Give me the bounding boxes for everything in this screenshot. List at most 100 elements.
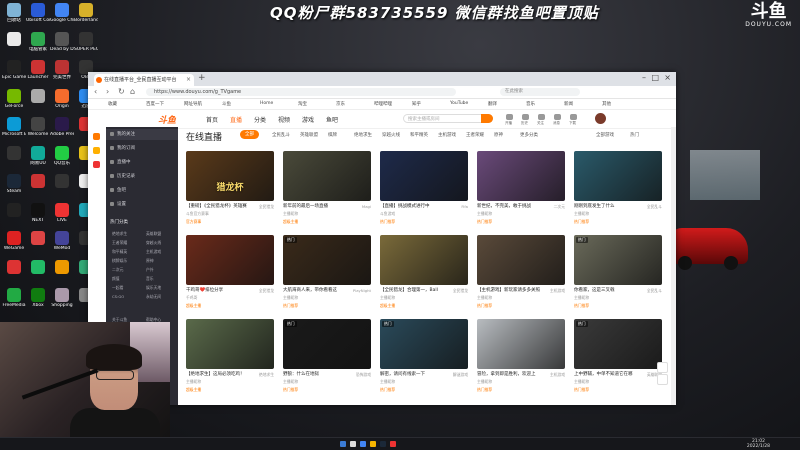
streamer-name[interactable]: 主播昵称 [283, 211, 371, 217]
desktop-app-icon[interactable]: 回收站 [2, 3, 26, 23]
desktop-app-icon[interactable] [2, 145, 26, 161]
header-action-icon[interactable] [522, 114, 529, 120]
tab-close-icon[interactable]: × [186, 74, 191, 86]
stream-card[interactable]: 热门 你看家，这是三叉戟 全民乱斗 主播昵称 热门推荐 [574, 235, 662, 313]
bookmark-item[interactable]: 翻译 [488, 101, 497, 107]
streamer-name[interactable]: 主播昵称 [574, 295, 662, 301]
bookmark-item[interactable]: 百度一下 [146, 101, 164, 107]
sidebar-category-link[interactable]: 二次元 [112, 267, 123, 273]
streamer-name[interactable]: 斗鱼官方赛事 [186, 211, 274, 217]
forward-icon[interactable]: › [106, 87, 109, 96]
desktop-app-icon[interactable]: Launcher [26, 60, 50, 80]
category-filter[interactable]: 王者荣耀 [466, 132, 484, 138]
stream-category[interactable]: 二次元 [554, 204, 565, 210]
stream-category[interactable]: 主机游戏 [550, 288, 565, 294]
streamer-name[interactable]: 斗鱼游戏 [380, 211, 468, 217]
home-icon[interactable]: ⌂ [130, 87, 135, 96]
desktop-app-icon[interactable] [26, 174, 50, 189]
sidebar-item[interactable]: 我的订阅 [110, 145, 135, 151]
stream-thumbnail[interactable] [574, 151, 662, 201]
header-action-icon[interactable] [538, 114, 545, 120]
desktop-app-icon[interactable] [2, 31, 26, 47]
sort-filter[interactable]: 热门 [630, 132, 639, 138]
stream-thumbnail[interactable]: 猎龙杯 [186, 151, 274, 201]
sidebar-item[interactable]: 历史记录 [110, 173, 135, 179]
sidebar-category-link[interactable]: 棋牌娱乐 [112, 258, 127, 264]
site-nav-item[interactable]: 首页 [206, 115, 218, 124]
stream-category[interactable]: 全民猎龙 [259, 288, 274, 294]
bookmark-item[interactable]: 知乎 [412, 101, 421, 107]
stream-title[interactable]: 大航海商人来，带你看看这 [283, 287, 347, 293]
stream-title[interactable]: 【直播】挑战模式进行中 [380, 203, 444, 209]
sidebar-category-link[interactable]: 穿越火线 [146, 240, 161, 246]
stream-category[interactable]: 绝地求生 [259, 372, 274, 378]
stream-title[interactable]: 冒险，拿到即是胜利，欢迎上 [477, 371, 541, 377]
bookmark-item[interactable]: 新闻 [564, 101, 573, 107]
stream-thumbnail[interactable] [283, 151, 371, 201]
bookmark-item[interactable]: 网址导航 [184, 101, 202, 107]
sidebar-category-link[interactable]: 音乐 [146, 276, 154, 282]
stream-card[interactable]: 冒险，拿到即是胜利，欢迎上 主机游戏 主播昵称 热门推荐 [477, 319, 565, 397]
bookmark-item[interactable]: 音乐 [526, 101, 535, 107]
stream-category[interactable]: Fifa [461, 204, 468, 209]
sidebar-category-link[interactable]: 户外 [146, 267, 154, 273]
desktop-app-icon[interactable]: Shopping [50, 288, 74, 308]
close-window-icon[interactable]: × [664, 73, 671, 82]
avatar[interactable] [595, 113, 606, 124]
maximize-icon[interactable]: □ [651, 73, 659, 82]
desktop-app-icon[interactable]: WeMod [50, 231, 74, 251]
back-to-top-icon[interactable] [657, 362, 668, 373]
category-filter[interactable]: 主机游戏 [438, 132, 456, 138]
stream-category[interactable]: 恐怖游戏 [356, 372, 371, 378]
streamer-name[interactable]: 主播昵称 [283, 379, 371, 385]
desktop-app-icon[interactable]: Ubisoft Connect [26, 3, 50, 23]
desktop-app-icon[interactable]: Xbox [26, 288, 50, 308]
taskbar-clock[interactable]: 21:02 2022/1/28 [747, 439, 770, 449]
sidebar-category-link[interactable]: 和平精英 [112, 249, 127, 255]
sidebar-item[interactable]: 我的关注 [110, 131, 135, 137]
sort-filter[interactable]: 全部游戏 [596, 132, 614, 138]
refresh-icon[interactable]: ↻ [118, 87, 125, 96]
desktop-app-icon[interactable] [50, 259, 74, 275]
stream-card[interactable]: 热门 大航海商人来，带你看看这 PlayNight 主播昵称 热门推荐 [283, 235, 371, 313]
streamer-name[interactable]: 主播昵称 [186, 379, 274, 385]
desktop-app-icon[interactable]: Welcome [26, 117, 50, 137]
bookmark-item[interactable]: 哔哩哔哩 [374, 101, 392, 107]
taskbar-steam-icon[interactable] [380, 441, 386, 447]
stream-title[interactable]: 【主机游戏】新玩家请多多关照 [477, 287, 541, 293]
sidebar-category-link[interactable]: 主机游戏 [146, 249, 161, 255]
bookmark-item[interactable]: 斗鱼 [222, 101, 231, 107]
stream-title[interactable]: 【绝地求生】这局必须吃鸡！ [186, 371, 250, 377]
desktop-app-icon[interactable]: Origin [50, 88, 74, 109]
sidebar-category-link[interactable]: 娱乐天地 [146, 285, 161, 291]
desktop-app-icon[interactable]: Google Chrome [50, 3, 74, 23]
url-input[interactable]: https://www.douyu.com/g_TVgame [146, 88, 456, 96]
stream-card[interactable]: 【主机游戏】新玩家请多多关照 主机游戏 主播昵称 热门推荐 [477, 235, 565, 313]
streamer-name[interactable]: 主播昵称 [574, 211, 662, 217]
site-nav-item[interactable]: 视频 [278, 115, 290, 124]
new-tab-icon[interactable]: + [198, 73, 206, 83]
header-action-icon[interactable] [506, 114, 513, 120]
stream-card[interactable]: 刚刚到底发生了什么 全民乱斗 主播昵称 热门推荐 [574, 151, 662, 229]
streamer-name[interactable]: 主播昵称 [477, 211, 565, 217]
desktop-app-icon[interactable] [50, 174, 74, 189]
sidebar-category-link[interactable]: 王者荣耀 [112, 240, 127, 246]
category-filter[interactable]: 英雄联盟 [300, 132, 318, 138]
bookmark-item[interactable]: 其他 [602, 101, 611, 107]
streamer-name[interactable]: 主播昵称 [380, 379, 468, 385]
feedback-icon[interactable] [657, 374, 668, 385]
desktop-app-icon[interactable]: 完美世界 [50, 60, 74, 80]
stream-thumbnail[interactable] [380, 235, 468, 285]
streamer-name[interactable]: 主播昵称 [380, 295, 468, 301]
browser-tab[interactable]: 在线直播平台_全民直播互动平台 × [94, 74, 194, 86]
stream-thumbnail[interactable] [186, 235, 274, 285]
desktop-app-icon[interactable]: WeGame [2, 231, 26, 251]
desktop-app-icon[interactable] [2, 202, 26, 218]
stream-category[interactable]: 全民猎龙 [259, 204, 274, 210]
category-filter[interactable]: 棋牌 [328, 132, 337, 138]
back-icon[interactable]: ‹ [94, 87, 97, 96]
stream-title[interactable]: 野狼：什么在地狱 [283, 371, 347, 377]
sidebar-category-link[interactable]: 永劫无间 [146, 294, 161, 300]
sidebar-item[interactable]: 鱼吧 [110, 187, 126, 193]
stream-title[interactable]: 千鸡哥❤️排位分享 [186, 287, 250, 293]
